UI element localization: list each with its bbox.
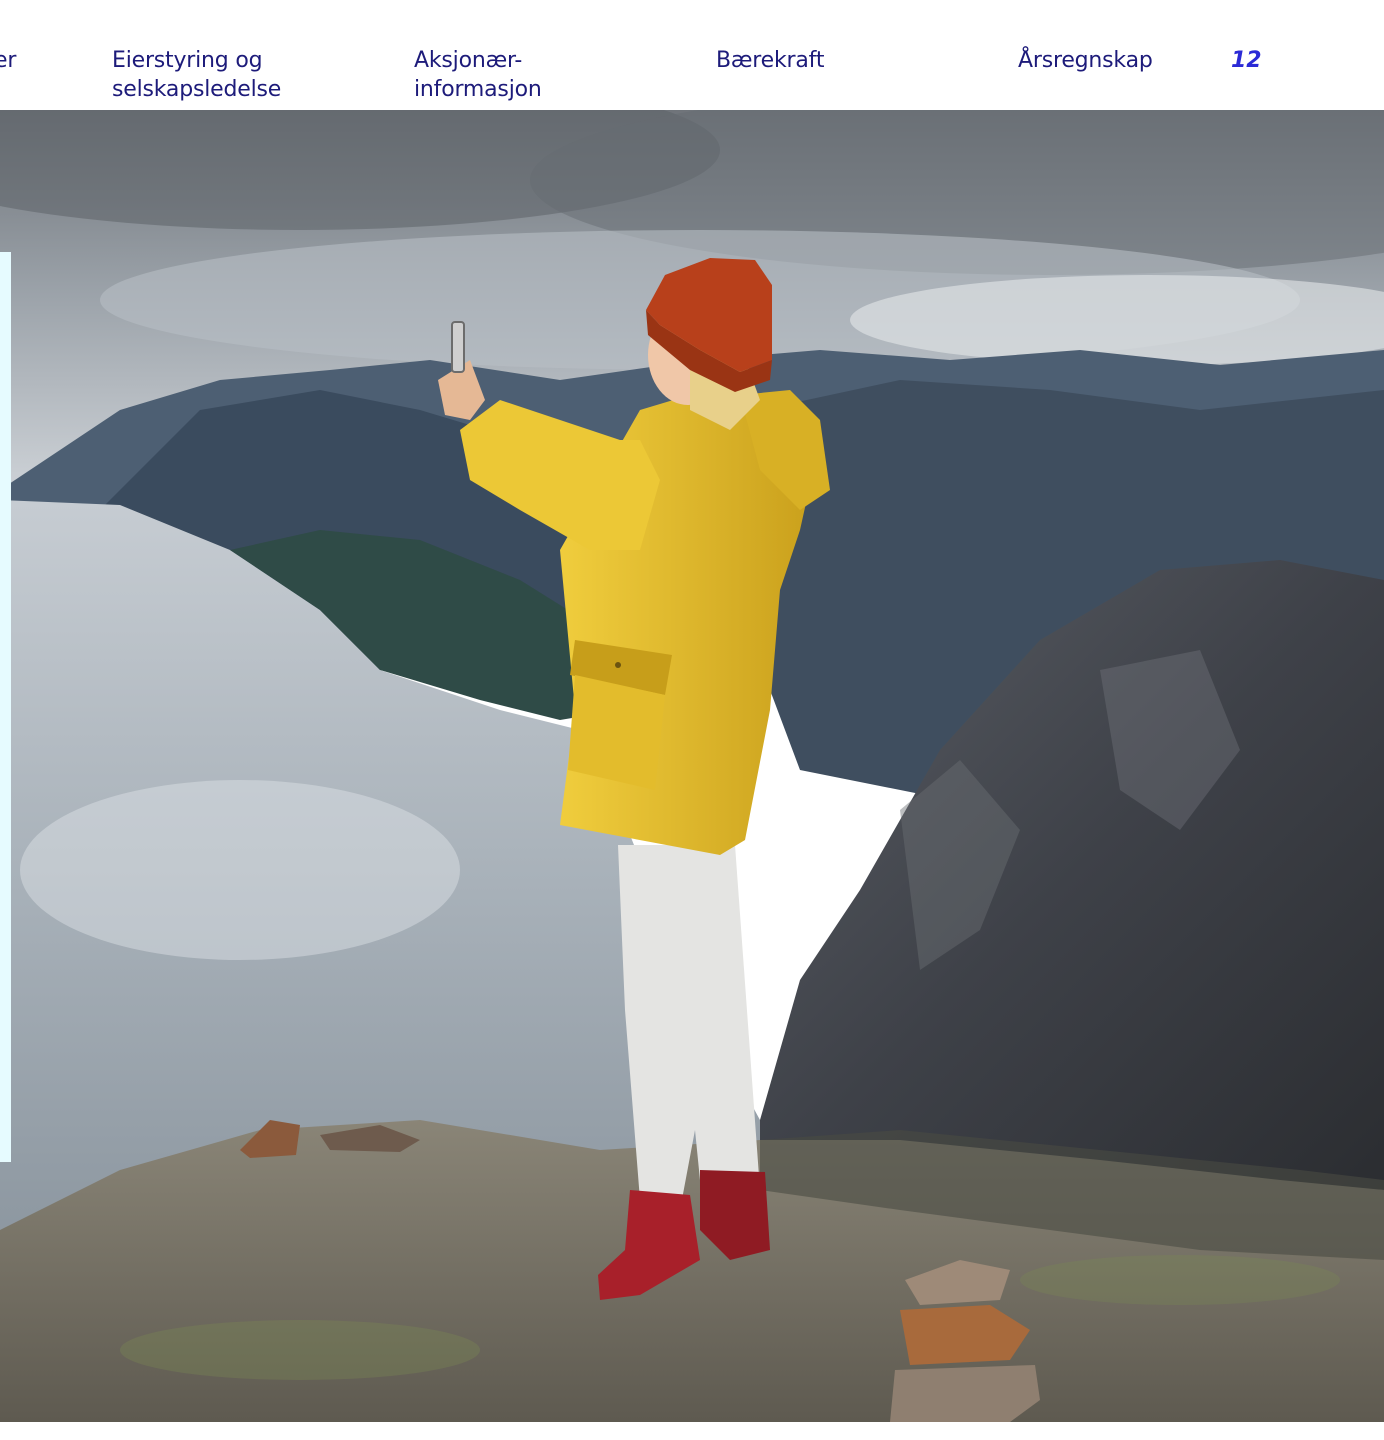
nav-item-cut[interactable]: er [0, 46, 16, 75]
nav-item-arsregnskap[interactable]: Årsregnskap [1018, 46, 1153, 75]
side-panel-edge [0, 252, 11, 1162]
nav-item-eierstyring[interactable]: Eierstyring og selskapsledelse [112, 46, 281, 104]
bottom-margin [0, 1422, 1384, 1440]
nav-item-baerekraft[interactable]: Bærekraft [716, 46, 824, 75]
page-number: 12 [1231, 48, 1262, 73]
nav-item-aksjonaer[interactable]: Aksjonær- informasjon [414, 46, 542, 104]
mountain-photo [0, 110, 1384, 1422]
top-navigation: er Eierstyring og selskapsledelse Aksjon… [0, 0, 1384, 110]
